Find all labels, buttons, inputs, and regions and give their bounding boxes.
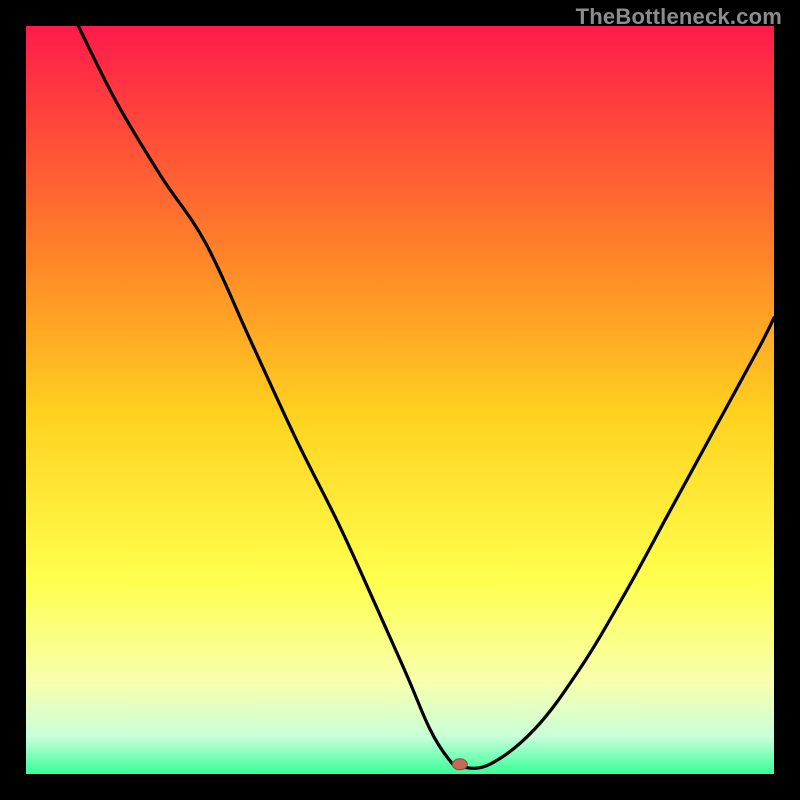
minimum-marker — [452, 759, 467, 770]
plot-area — [26, 26, 774, 774]
chart-svg — [26, 26, 774, 774]
chart-frame: TheBottleneck.com — [0, 0, 800, 800]
